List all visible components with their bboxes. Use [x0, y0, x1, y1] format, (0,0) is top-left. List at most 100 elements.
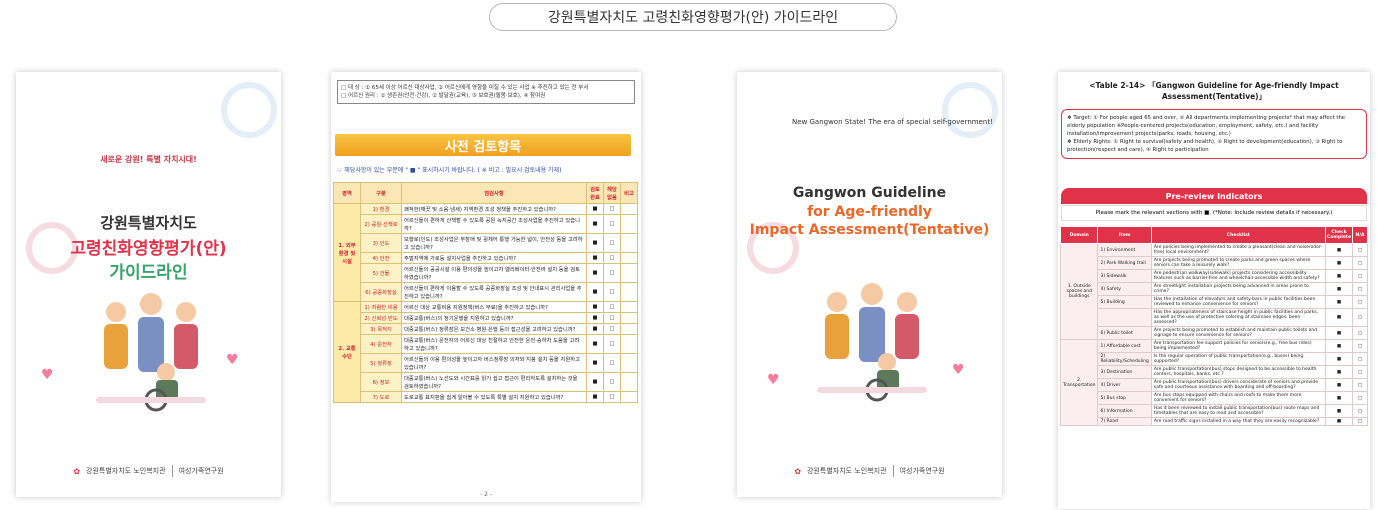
col-header: 점검사항 — [401, 182, 587, 204]
not-applicable-box[interactable]: □ — [1352, 339, 1368, 353]
table-title: <Table 2-14> 「Gangwon Guideline for Age-… — [1089, 81, 1339, 101]
check-complete-box[interactable]: ■ — [586, 312, 604, 324]
remarks-cell — [620, 203, 638, 215]
not-applicable-box[interactable]: □ — [1352, 365, 1368, 379]
not-applicable-box[interactable]: □ — [603, 214, 621, 234]
col-header: 검토완료 — [586, 182, 604, 204]
cover-tagline: 새로운 강원! 특별 자치시대! — [100, 155, 197, 164]
item-cell: 2) 신뢰성·빈도 — [360, 312, 402, 324]
checklist-cell: Are projects being promoted to create pa… — [1150, 256, 1326, 270]
not-applicable-box[interactable]: □ — [603, 334, 621, 354]
check-complete-box[interactable]: ■ — [586, 282, 604, 302]
table-row: 2. Transportation 1) Affordable cost Are t… — [1059, 339, 1368, 426]
remarks-cell — [620, 263, 638, 283]
item-cell: 5) Building — [1097, 295, 1152, 309]
check-complete-box[interactable]: ■ — [586, 263, 604, 283]
seniors-illustration — [817, 283, 927, 402]
not-applicable-box[interactable]: □ — [1352, 256, 1368, 270]
not-applicable-box[interactable]: □ — [603, 391, 621, 403]
cover-footer: ✿ 강원특별자치도 노인복지관 여성가족연구원 — [737, 465, 1002, 477]
not-applicable-box[interactable]: □ — [603, 203, 621, 215]
checklist-cell: Is the regular operation of public trans… — [1150, 352, 1326, 366]
table-row: 3) 목적지 대중교통(버스) 정류장은 보건소·병원·은행 등의 접근성을 고려… — [334, 323, 638, 335]
not-applicable-box[interactable]: □ — [1352, 404, 1368, 418]
not-applicable-box[interactable]: □ — [1352, 295, 1368, 309]
check-complete-box[interactable]: ■ — [586, 233, 604, 253]
item-cell: 2) Park·Walking trail — [1097, 256, 1152, 270]
decor-circle — [942, 82, 998, 138]
check-complete-box[interactable]: ■ — [586, 334, 604, 354]
not-applicable-box[interactable]: □ — [603, 372, 621, 392]
col-header: N/A — [1352, 226, 1368, 244]
pre-review-button[interactable]: 사전 검토항목 — [335, 134, 631, 156]
check-complete-box[interactable]: ■ — [1324, 295, 1354, 309]
remarks-cell — [620, 312, 638, 324]
remarks-cell — [620, 301, 638, 313]
not-applicable-box[interactable]: □ — [1352, 282, 1368, 296]
not-applicable-box[interactable]: □ — [1352, 352, 1368, 366]
check-complete-box[interactable]: ■ — [586, 252, 604, 264]
table-row: Has the appropriateness of staircase hei… — [1061, 308, 1368, 327]
not-applicable-box[interactable]: □ — [1352, 391, 1368, 405]
remarks-cell — [620, 353, 638, 373]
check-complete-box[interactable]: ■ — [1324, 326, 1354, 340]
check-complete-box[interactable]: ■ — [1324, 269, 1354, 283]
not-applicable-box[interactable]: □ — [1352, 243, 1368, 257]
not-applicable-box[interactable]: □ — [603, 312, 621, 324]
check-complete-box[interactable]: ■ — [586, 353, 604, 373]
checklist-cell: 어르신들의 이용 편의성을 높이고자 버스정류장 의자와 지붕 설치 등을 지원… — [401, 353, 587, 373]
check-complete-box[interactable]: ■ — [1324, 378, 1354, 392]
cover-title-line1: Gangwon Guideline — [792, 185, 947, 201]
not-applicable-box[interactable]: □ — [1352, 308, 1368, 327]
check-complete-box[interactable]: ■ — [586, 391, 604, 403]
item-cell: 4) Safety — [1097, 282, 1152, 296]
check-complete-box[interactable]: ■ — [1324, 282, 1354, 296]
check-complete-box[interactable]: ■ — [1324, 308, 1354, 327]
english-checklist-table: Domain Item Checklist Check Complete N/A… — [1059, 226, 1368, 426]
remarks-cell — [620, 334, 638, 354]
check-complete-box[interactable]: ■ — [1324, 339, 1354, 353]
item-cell: 7) Road — [1097, 417, 1152, 426]
check-complete-box[interactable]: ■ — [586, 301, 604, 313]
check-complete-box[interactable]: ■ — [586, 323, 604, 335]
col-header: Domain — [1059, 226, 1099, 244]
not-applicable-box[interactable]: □ — [603, 233, 621, 253]
footer-left-org: 강원특별자치도 노인복지관 — [807, 467, 887, 475]
cover-title-line1: 강원특별자치도 — [100, 214, 197, 232]
check-complete-box[interactable]: ■ — [586, 214, 604, 234]
check-complete-box[interactable]: ■ — [1324, 256, 1354, 270]
checklist-cell: Are transportation fee support policies … — [1150, 339, 1326, 353]
not-applicable-box[interactable]: □ — [603, 263, 621, 283]
not-applicable-box[interactable]: □ — [1352, 269, 1368, 283]
check-complete-box[interactable]: ■ — [1324, 391, 1354, 405]
item-cell: 6) Public toilet — [1097, 326, 1152, 340]
table-row: 6) 정보 대중교통(버스) 노선도와 시간표를 읽기 쉽고 접근이 편리하도록 … — [334, 372, 638, 392]
seniors-illustration — [96, 293, 206, 412]
not-applicable-box[interactable]: □ — [603, 282, 621, 302]
cover-footer: ✿ 강원특별자치도 노인복지관 여성가족연구원 — [16, 465, 281, 477]
check-complete-box[interactable]: ■ — [586, 372, 604, 392]
table-row: 1. 외부환경 및 시설 1) 환경 쾌적한(깨끗 및 소음·냄새) 지역환경 조성… — [333, 203, 638, 302]
domain-cell: 1. Outside spaces and buildings — [1059, 243, 1099, 340]
item-cell: 6) 공중화장실 — [360, 282, 402, 302]
not-applicable-box[interactable]: □ — [603, 301, 621, 313]
not-applicable-box[interactable]: □ — [603, 353, 621, 373]
check-complete-box[interactable]: ■ — [1324, 417, 1354, 426]
check-complete-box[interactable]: ■ — [1324, 243, 1354, 257]
cover-title-line2: 고령친화영향평가(안) — [70, 239, 227, 259]
not-applicable-box[interactable]: □ — [603, 252, 621, 264]
not-applicable-box[interactable]: □ — [1352, 326, 1368, 340]
checklist-cell: 보행로(인도) 조성사업은 무장애 및 휠체어 통행 가능한 넓이, 안전성 등… — [401, 233, 587, 253]
checklist-cell: Are bus stops equipped with chairs and r… — [1150, 391, 1326, 405]
checklist-cell: 대중교통(버스)의 정기운행을 지원하고 있습니까? — [401, 312, 587, 324]
table-row: 6) Public toilet Are projects being promo… — [1061, 326, 1368, 340]
not-applicable-box[interactable]: □ — [603, 323, 621, 335]
check-complete-box[interactable]: ■ — [1324, 352, 1354, 366]
check-complete-box[interactable]: ■ — [1324, 365, 1354, 379]
footer-right-org: 여성가족연구원 — [178, 467, 224, 475]
not-applicable-box[interactable]: □ — [1352, 417, 1368, 426]
check-complete-box[interactable]: ■ — [586, 203, 604, 215]
not-applicable-box[interactable]: □ — [1352, 378, 1368, 392]
check-complete-box[interactable]: ■ — [1324, 404, 1354, 418]
footer-right-org: 여성가족연구원 — [899, 467, 945, 475]
